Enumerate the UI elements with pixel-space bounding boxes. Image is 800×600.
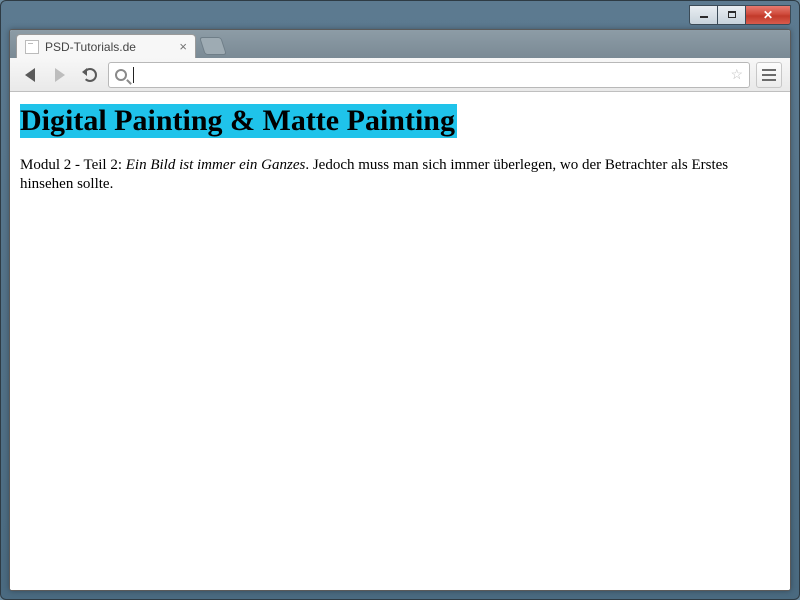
tab-title: PSD-Tutorials.de	[45, 40, 136, 54]
minimize-icon	[700, 16, 708, 18]
maximize-icon	[728, 11, 736, 18]
os-window: ✕ PSD-Tutorials.de ×	[0, 0, 800, 600]
tab-strip: PSD-Tutorials.de ×	[10, 30, 790, 58]
maximize-button[interactable]	[717, 5, 745, 25]
page-heading: Digital Painting & Matte Painting	[20, 104, 457, 138]
page-paragraph: Modul 2 - Teil 2: Ein Bild ist immer ein…	[20, 156, 780, 194]
toolbar: ☆	[10, 58, 790, 92]
close-window-button[interactable]: ✕	[745, 5, 791, 25]
new-tab-button[interactable]	[199, 37, 227, 55]
page-favicon-icon	[25, 40, 39, 54]
arrow-right-icon	[55, 68, 65, 82]
search-icon	[115, 69, 127, 81]
minimize-button[interactable]	[689, 5, 717, 25]
reload-button[interactable]	[78, 63, 102, 87]
text-caret	[133, 67, 134, 83]
tab-close-button[interactable]: ×	[179, 40, 187, 53]
hamburger-line-icon	[762, 79, 776, 81]
reload-icon	[83, 68, 97, 82]
para-italic: Ein Bild ist immer ein Ganzes	[126, 157, 306, 173]
hamburger-line-icon	[762, 74, 776, 76]
chrome-menu-button[interactable]	[756, 62, 782, 88]
hamburger-line-icon	[762, 69, 776, 71]
window-controls: ✕	[689, 5, 791, 25]
page-viewport: Digital Painting & Matte Painting Modul …	[10, 92, 790, 590]
address-bar[interactable]: ☆	[108, 62, 750, 88]
url-input[interactable]	[140, 65, 724, 85]
back-button[interactable]	[18, 63, 42, 87]
close-icon: ✕	[763, 9, 773, 21]
bookmark-star-icon[interactable]: ☆	[730, 66, 743, 83]
para-prefix: Modul 2 - Teil 2:	[20, 157, 126, 173]
browser-frame: PSD-Tutorials.de × ☆	[9, 29, 791, 591]
window-titlebar: ✕	[9, 1, 791, 29]
forward-button[interactable]	[48, 63, 72, 87]
arrow-left-icon	[25, 68, 35, 82]
browser-tab[interactable]: PSD-Tutorials.de ×	[16, 34, 196, 58]
